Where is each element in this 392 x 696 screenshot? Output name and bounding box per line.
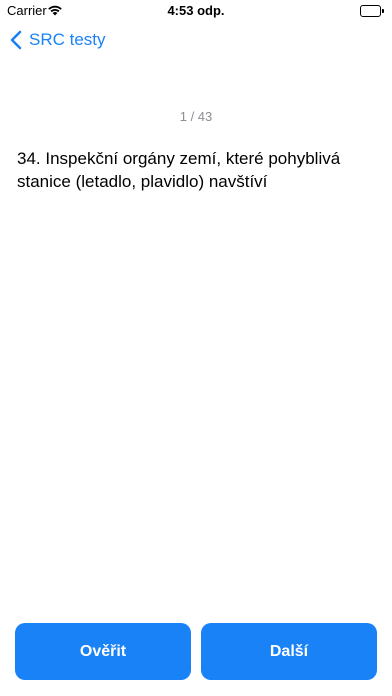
back-button-label: SRC testy xyxy=(29,30,106,49)
clock: 4:53 odp. xyxy=(167,3,225,18)
status-bar: Carrier 4:53 odp. xyxy=(0,0,392,22)
question-text: 34. Inspekční orgány zemí, které pohybli… xyxy=(17,149,341,191)
question-counter: 1 / 43 xyxy=(179,109,213,124)
navigation-bar: SRC testy xyxy=(0,28,392,56)
battery-icon xyxy=(360,5,384,17)
check-button[interactable]: Ověřit xyxy=(15,623,191,680)
next-button[interactable]: Další xyxy=(201,623,377,680)
back-button[interactable]: SRC testy xyxy=(10,30,106,50)
chevron-left-icon xyxy=(10,30,22,50)
